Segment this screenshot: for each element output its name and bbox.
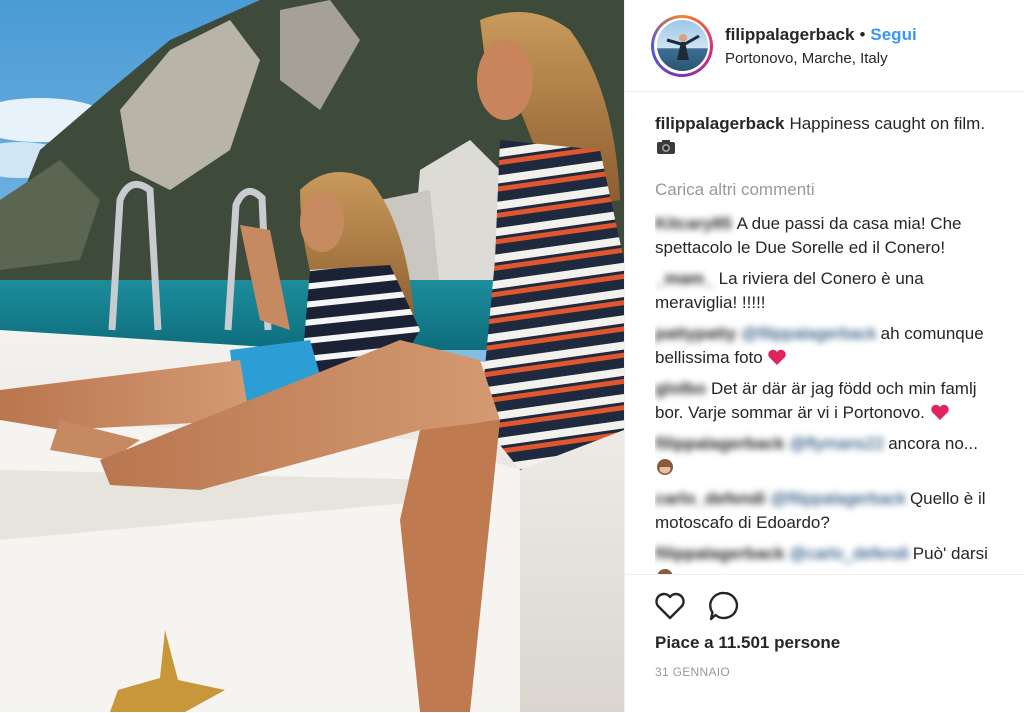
comment-username[interactable]: filippalagerback [655, 434, 784, 453]
comment-mention[interactable]: @flymans22 [789, 434, 884, 453]
comment-item: glolbo Det är där är jag född och min fam… [655, 377, 1006, 425]
caption-username[interactable]: filippalagerback [655, 114, 784, 133]
comment-username[interactable]: filippalagerback [655, 544, 784, 563]
post-caption: filippalagerback Happiness caught on film… [655, 112, 1006, 160]
post-actions: Piace a 11.501 persone 31 GENNAIO [625, 574, 1024, 713]
comment-item: _mam_ La riviera del Conero è una meravig… [655, 267, 1006, 315]
photo-illustration [0, 0, 624, 712]
caption-text: Happiness caught on film. [789, 114, 986, 133]
comment-mention[interactable]: @filippalagerback [771, 489, 906, 508]
comment-text: ancora no... [888, 434, 978, 453]
post-photo[interactable] [0, 0, 624, 712]
comment-item: carlo_defendi @filippalagerback Quello è i… [655, 487, 1006, 535]
comment-username[interactable]: pattypatty [655, 324, 736, 343]
post-author-username[interactable]: filippalagerback [725, 25, 854, 45]
load-more-comments[interactable]: Carica altri commenti [655, 178, 1006, 202]
comment-mention[interactable]: @carlo_defendi [789, 544, 908, 563]
instagram-post: filippalagerback • Segui Portonovo, Marc… [0, 0, 1024, 712]
comment-text: Può' darsi [912, 544, 988, 563]
comment-bubble-icon[interactable] [707, 589, 741, 623]
monkey-icon [657, 459, 673, 475]
heart-icon [930, 404, 949, 420]
comment-username[interactable]: glolbo [655, 379, 706, 398]
comment-item: pattypatty @filippalagerback ah comunque b… [655, 322, 1006, 370]
heart-outline-icon[interactable] [653, 589, 687, 623]
avatar-photo-icon [666, 34, 700, 60]
post-sidebar: filippalagerback • Segui Portonovo, Marc… [624, 0, 1024, 712]
separator-dot: • [859, 24, 866, 44]
comment-username[interactable]: _mam_ [655, 269, 714, 288]
avatar[interactable] [651, 14, 713, 77]
comment-username[interactable]: carlo_defendi [655, 489, 766, 508]
post-date[interactable]: 31 GENNAIO [625, 665, 1024, 679]
likes-count[interactable]: Piace a 11.501 persone [625, 633, 1024, 653]
comment-item: Kitcary85 A due passi da casa mia! Che sp… [655, 212, 1006, 260]
comments-list[interactable]: filippalagerback Happiness caught on film… [655, 112, 1006, 574]
heart-icon [768, 349, 787, 365]
comment-item: filippalagerback @flymans22 ancora no... [655, 432, 1006, 480]
comment-mention[interactable]: @filippalagerback [741, 324, 876, 343]
camera-icon [657, 140, 675, 154]
comment-username[interactable]: Kitcary85 [655, 214, 732, 233]
post-location[interactable]: Portonovo, Marche, Italy [725, 50, 917, 67]
follow-button[interactable]: Segui [870, 25, 916, 45]
comment-item: filippalagerback @carlo_defendi Può' darsi [655, 542, 1006, 574]
post-header: filippalagerback • Segui Portonovo, Marc… [625, 0, 1024, 92]
